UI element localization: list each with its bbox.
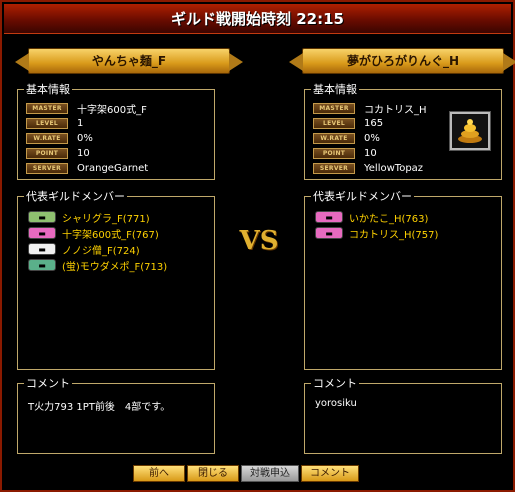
member-name: コカトリス_H(757) bbox=[349, 229, 439, 241]
level-tag: LEVEL bbox=[313, 117, 355, 129]
left-stat-level: LEVEL 1 bbox=[26, 117, 83, 129]
guild-war-window: ギルド戦開始時刻 22:15 やんちゃ麺_F 基本情報 MASTER 十字架60… bbox=[0, 0, 515, 492]
master-tag: MASTER bbox=[26, 102, 68, 114]
right-comment-text: yorosiku bbox=[315, 398, 357, 409]
member-name: (蛍)モウダメポ_F(713) bbox=[62, 261, 168, 273]
right-stat-level: LEVEL 165 bbox=[313, 117, 383, 129]
level-tag: LEVEL bbox=[26, 117, 68, 129]
left-info-label: 基本情報 bbox=[24, 83, 72, 96]
member-name: ノノジ僧_F(724) bbox=[62, 245, 140, 257]
right-stat-point: POINT 10 bbox=[313, 147, 377, 159]
left-stat-point: POINT 10 bbox=[26, 147, 90, 159]
close-button[interactable]: 閉じる bbox=[187, 465, 239, 482]
member-name: シャリグラ_F(771) bbox=[62, 213, 150, 225]
list-item[interactable]: ▬ 十字架600式_F(767) bbox=[28, 226, 159, 241]
wrate-tag: W.RATE bbox=[313, 132, 355, 144]
window-title: ギルド戦開始時刻 22:15 bbox=[4, 4, 511, 34]
member-icon-3: ▬ bbox=[28, 243, 56, 255]
left-info-panel: 基本情報 MASTER 十字架600式_F LEVEL 1 W.RATE 0% … bbox=[17, 83, 215, 180]
right-members-label: 代表ギルドメンバー bbox=[311, 190, 414, 203]
left-stat-wrate: W.RATE 0% bbox=[26, 132, 93, 144]
left-wrate-value: 0% bbox=[77, 132, 93, 144]
list-item[interactable]: ▬ シャリグラ_F(771) bbox=[28, 210, 150, 225]
member-name: 十字架600式_F(767) bbox=[62, 229, 159, 241]
right-wrate-value: 0% bbox=[364, 132, 380, 144]
comment-button[interactable]: コメント bbox=[301, 465, 359, 482]
right-info-panel: 基本情報 MASTER コカトリス_H LEVEL 165 W.RATE 0% … bbox=[304, 83, 502, 180]
left-point-value: 10 bbox=[77, 147, 90, 159]
left-comment-text: T火力793 1PT前後 4部です。 bbox=[28, 402, 171, 413]
right-stat-server: SERVER YellowTopaz bbox=[313, 162, 423, 174]
right-server-value: YellowTopaz bbox=[364, 162, 424, 174]
point-tag: POINT bbox=[26, 147, 68, 159]
member-icon-4: ▬ bbox=[28, 259, 56, 271]
apply-button[interactable]: 対戦申込 bbox=[241, 465, 299, 482]
member-icon-5: ▬ bbox=[315, 211, 343, 223]
list-item[interactable]: ▬ (蛍)モウダメポ_F(713) bbox=[28, 258, 168, 273]
wrate-tag: W.RATE bbox=[26, 132, 68, 144]
left-stat-master: MASTER 十字架600式_F bbox=[26, 102, 147, 116]
member-icon-2: ▬ bbox=[28, 227, 56, 239]
list-item[interactable]: ▬ コカトリス_H(757) bbox=[315, 226, 439, 241]
member-icon-1: ▬ bbox=[28, 211, 56, 223]
right-comment-label: コメント bbox=[311, 377, 359, 390]
right-stat-wrate: W.RATE 0% bbox=[313, 132, 380, 144]
prev-button[interactable]: 前へ bbox=[133, 465, 185, 482]
left-stat-server: SERVER OrangeGarnet bbox=[26, 162, 148, 174]
left-comment-label: コメント bbox=[24, 377, 72, 390]
list-item[interactable]: ▬ いかたこ_H(763) bbox=[315, 210, 429, 225]
left-guild-name-banner: やんちゃ麺_F bbox=[15, 48, 243, 74]
right-comment-panel: コメント yorosiku bbox=[304, 377, 502, 454]
member-name: いかたこ_H(763) bbox=[349, 213, 429, 225]
button-bar: 前へ 閉じる 対戦申込 コメント bbox=[133, 465, 359, 482]
right-members-panel: 代表ギルドメンバー ▬ いかたこ_H(763) ▬ コカトリス_H(757) bbox=[304, 190, 502, 370]
left-members-label: 代表ギルドメンバー bbox=[24, 190, 127, 203]
left-server-value: OrangeGarnet bbox=[77, 162, 149, 174]
left-level-value: 1 bbox=[77, 117, 84, 129]
guild-emblem-icon bbox=[449, 111, 491, 151]
left-members-panel: 代表ギルドメンバー ▬ シャリグラ_F(771) ▬ 十字架600式_F(767… bbox=[17, 190, 215, 370]
left-master-value: 十字架600式_F bbox=[77, 104, 147, 116]
right-point-value: 10 bbox=[364, 147, 377, 159]
member-icon-6: ▬ bbox=[315, 227, 343, 239]
right-master-value: コカトリス_H bbox=[364, 104, 427, 116]
vs-label: VS bbox=[239, 226, 279, 256]
server-tag: SERVER bbox=[313, 162, 355, 174]
server-tag: SERVER bbox=[26, 162, 68, 174]
master-tag: MASTER bbox=[313, 102, 355, 114]
list-item[interactable]: ▬ ノノジ僧_F(724) bbox=[28, 242, 140, 257]
right-level-value: 165 bbox=[364, 117, 384, 129]
point-tag: POINT bbox=[313, 147, 355, 159]
right-info-label: 基本情報 bbox=[311, 83, 359, 96]
right-guild-name-banner: 夢がひろがりんぐ_H bbox=[289, 48, 515, 74]
right-stat-master: MASTER コカトリス_H bbox=[313, 102, 427, 116]
left-comment-panel: コメント T火力793 1PT前後 4部です。 bbox=[17, 377, 215, 454]
